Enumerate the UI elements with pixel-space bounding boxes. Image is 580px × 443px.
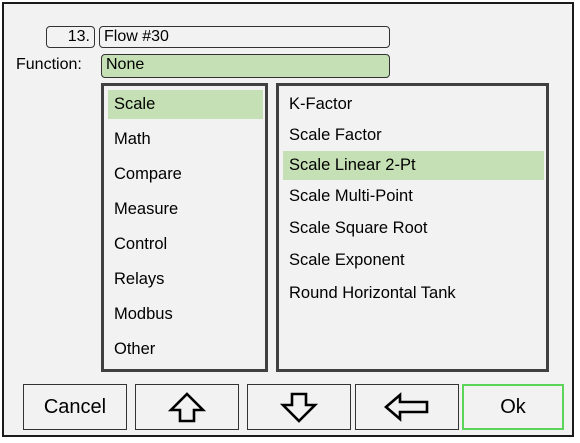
category-item-measure[interactable]: Measure bbox=[108, 195, 263, 224]
subfunction-item-scale-factor[interactable]: Scale Factor bbox=[283, 121, 544, 150]
function-label: Function: bbox=[16, 56, 82, 73]
category-list: Scale Math Compare Measure Control Relay… bbox=[101, 83, 268, 372]
channel-number-field[interactable]: 13. bbox=[46, 26, 95, 48]
subfunction-item-scale-linear-2pt[interactable]: Scale Linear 2-Pt bbox=[283, 151, 544, 180]
subfunction-item-scale-exponent[interactable]: Scale Exponent bbox=[283, 246, 544, 275]
arrow-up-icon bbox=[168, 391, 206, 423]
function-field[interactable]: None bbox=[101, 54, 390, 78]
subfunction-item-k-factor[interactable]: K-Factor bbox=[283, 90, 544, 119]
category-item-math[interactable]: Math bbox=[108, 125, 263, 154]
subfunction-item-scale-square-root[interactable]: Scale Square Root bbox=[283, 214, 544, 243]
category-item-relays[interactable]: Relays bbox=[108, 265, 263, 294]
arrow-down-icon bbox=[280, 391, 318, 423]
cancel-button[interactable]: Cancel bbox=[23, 384, 127, 430]
category-item-compare[interactable]: Compare bbox=[108, 160, 263, 189]
category-item-other[interactable]: Other bbox=[108, 335, 263, 364]
subfunction-item-round-horizontal-tank[interactable]: Round Horizontal Tank bbox=[283, 279, 544, 308]
up-button[interactable] bbox=[135, 384, 239, 430]
channel-name-field[interactable]: Flow #30 bbox=[99, 26, 390, 48]
subfunction-item-scale-multi-point[interactable]: Scale Multi-Point bbox=[283, 182, 544, 211]
back-button[interactable] bbox=[355, 384, 459, 430]
ok-button[interactable]: Ok bbox=[462, 384, 564, 430]
down-button[interactable] bbox=[247, 384, 351, 430]
subfunction-list: K-Factor Scale Factor Scale Linear 2-Pt … bbox=[276, 83, 549, 372]
category-item-control[interactable]: Control bbox=[108, 230, 263, 259]
category-item-scale[interactable]: Scale bbox=[108, 90, 263, 119]
arrow-left-icon bbox=[383, 392, 431, 422]
category-item-modbus[interactable]: Modbus bbox=[108, 300, 263, 329]
